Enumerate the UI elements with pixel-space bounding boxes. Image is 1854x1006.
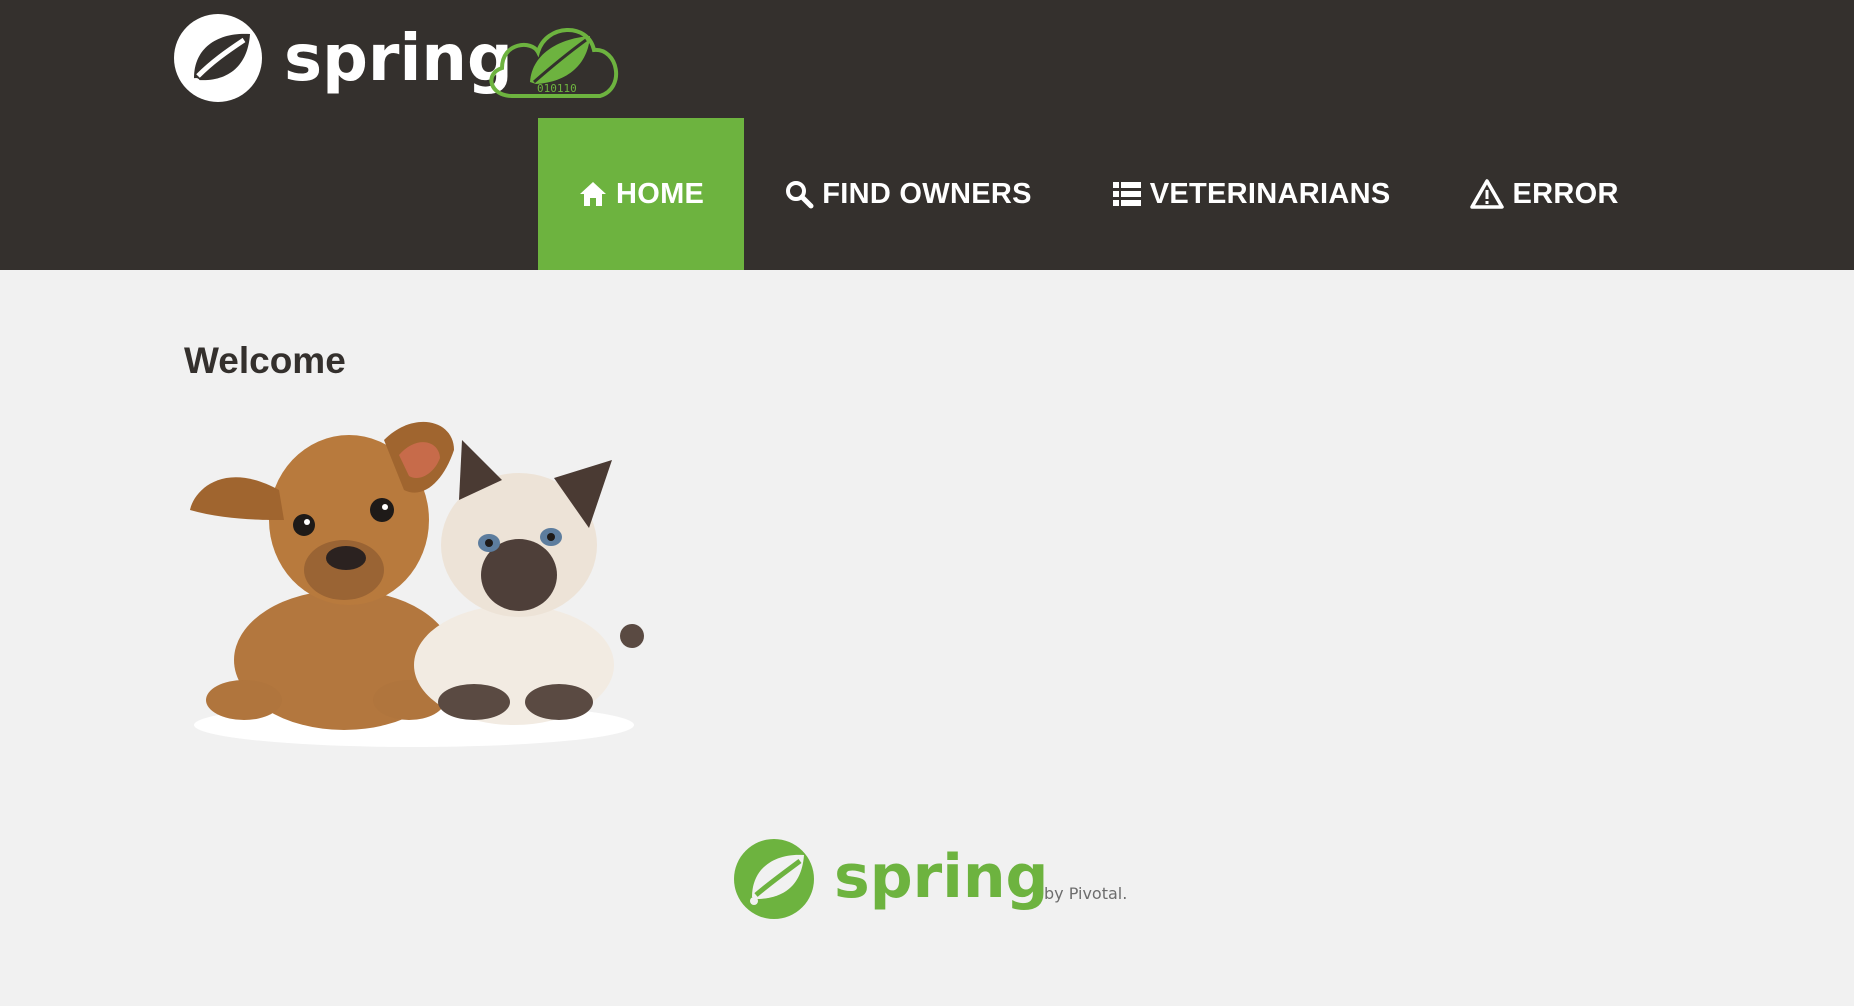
page-title: Welcome [184, 340, 346, 381]
nav-error-label: ERROR [1512, 177, 1619, 210]
nav-home[interactable]: HOME [538, 118, 745, 270]
pets-image [184, 410, 654, 755]
nav-error[interactable]: ERROR [1430, 118, 1658, 270]
cloud-binary: 010110 [537, 82, 577, 95]
main-nav: HOME FIND OWNERS VETERINARIANS ERROR [538, 118, 1659, 270]
main-content: Welcome [184, 340, 346, 382]
warning-icon [1470, 179, 1505, 209]
logo-text: spring [284, 22, 513, 96]
nav-home-label: HOME [616, 177, 705, 210]
nav-veterinarians[interactable]: VETERINARIANS [1072, 118, 1431, 270]
spring-petclinic-logo: spring 010110 [174, 14, 619, 102]
home-icon [580, 182, 606, 206]
nav-find-owners[interactable]: FIND OWNERS [744, 118, 1072, 270]
nav-find-owners-label: FIND OWNERS [822, 177, 1032, 210]
list-icon [1112, 182, 1141, 206]
footer-logo: spring by Pivotal. [734, 835, 1134, 925]
navbar: spring 010110 HOME FIND OWNERS VETERINAR… [0, 0, 1854, 270]
brand-logo[interactable]: spring 010110 [172, 12, 632, 104]
search-icon [786, 181, 814, 209]
footer-byline: by Pivotal. [1044, 884, 1127, 903]
nav-veterinarians-label: VETERINARIANS [1149, 177, 1391, 210]
spring-by-pivotal-logo: spring by Pivotal. [734, 839, 1127, 919]
footer-logo-text: spring [834, 842, 1048, 912]
pets-illustration [190, 421, 644, 747]
